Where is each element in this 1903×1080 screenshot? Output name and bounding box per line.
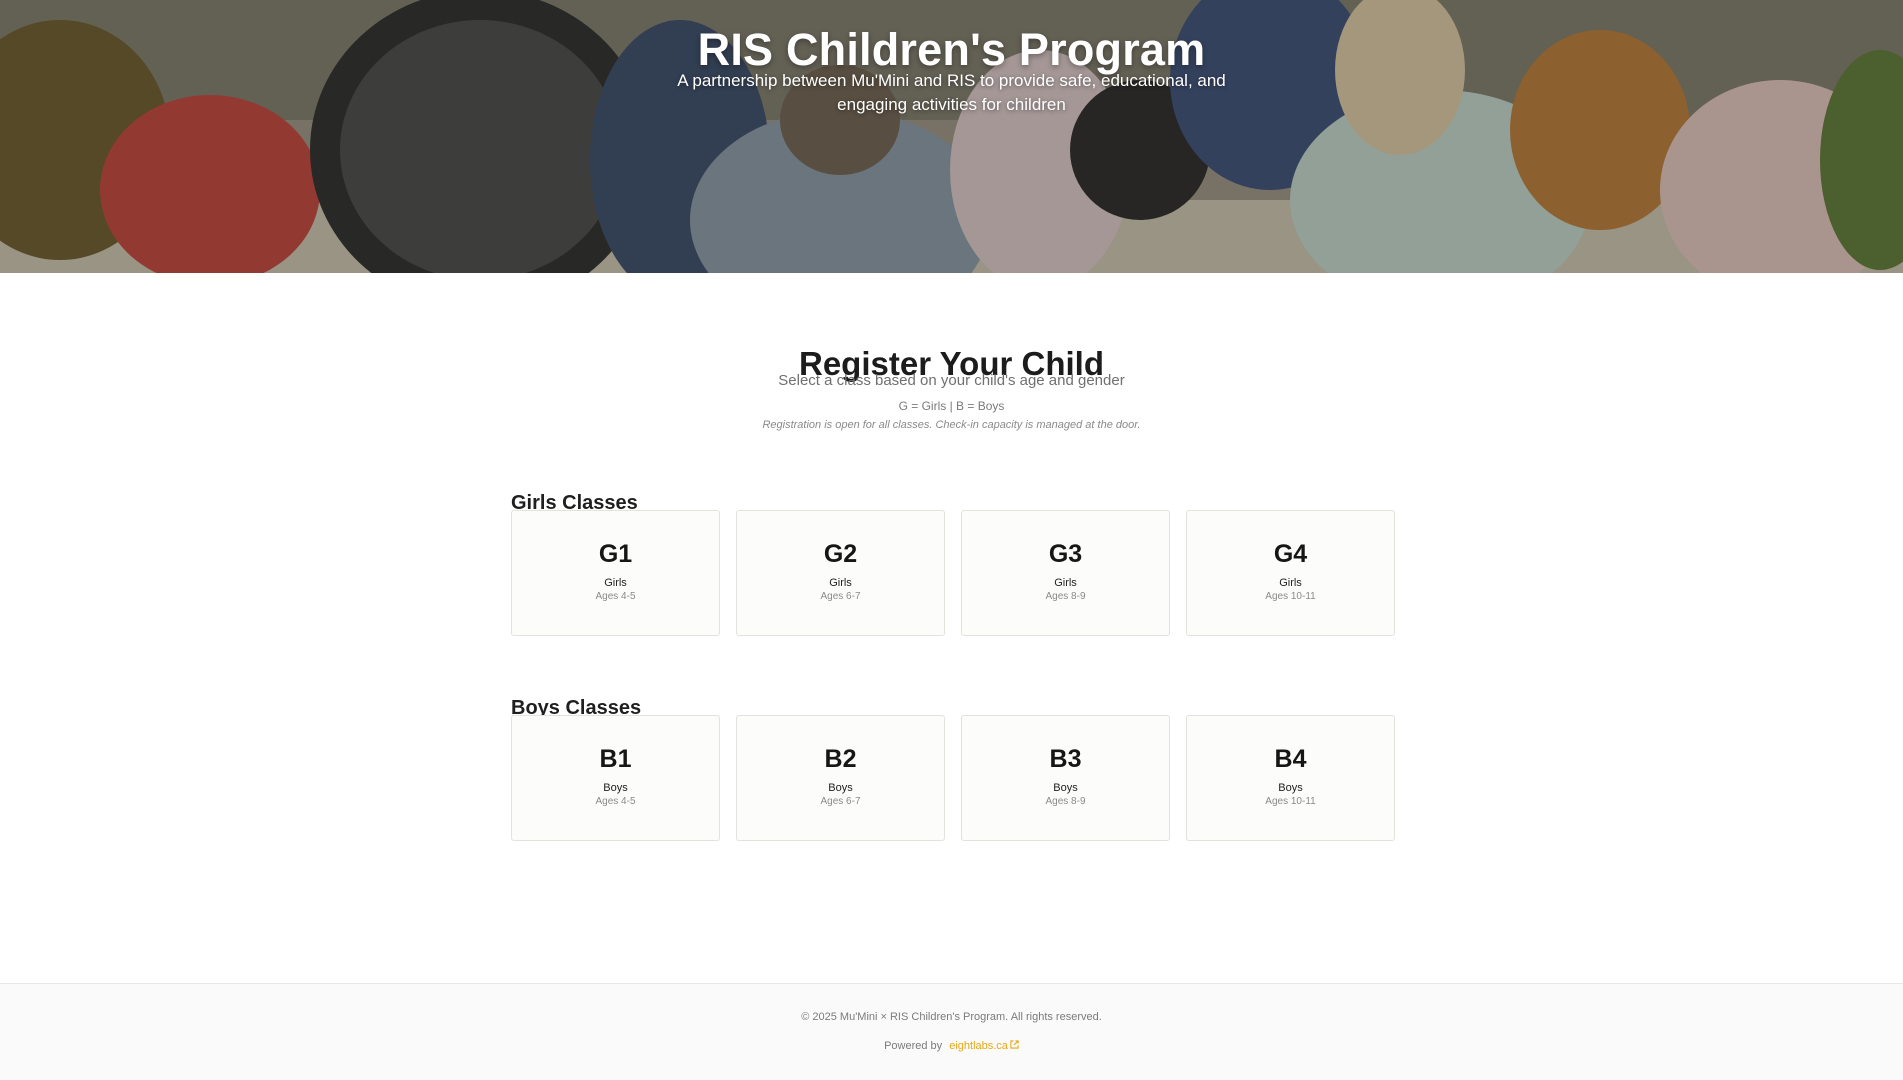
hero-subtitle: A partnership between Mu'Mini and RIS to… bbox=[677, 71, 1226, 114]
class-gender: Girls bbox=[1279, 577, 1302, 589]
boys-classes-grid: B1 Boys Ages 4-5 B2 Boys Ages 6-7 B3 Boy… bbox=[511, 715, 1395, 843]
class-ages: Ages 6-7 bbox=[820, 796, 861, 807]
instructions-text: Select a class based on your child's age… bbox=[778, 372, 1125, 389]
external-link-icon bbox=[1010, 1040, 1019, 1052]
class-card-b2[interactable]: B2 Boys Ages 6-7 bbox=[736, 715, 945, 841]
class-code-legend: G = Girls | B = Boys bbox=[898, 399, 1005, 413]
class-gender: Girls bbox=[1054, 577, 1077, 589]
class-gender: Girls bbox=[829, 577, 852, 589]
class-code: B2 bbox=[824, 745, 857, 773]
class-code: B4 bbox=[1274, 745, 1307, 773]
eightlabs-link[interactable]: eightlabs.ca bbox=[949, 1040, 1019, 1052]
class-code: B1 bbox=[599, 745, 632, 773]
class-ages: Ages 10-11 bbox=[1265, 796, 1316, 807]
class-gender: Girls bbox=[604, 577, 627, 589]
class-gender: Boys bbox=[603, 782, 628, 794]
class-ages: Ages 8-9 bbox=[1045, 591, 1086, 602]
registration-note: Registration is open for all classes. Ch… bbox=[762, 419, 1141, 431]
class-card-b1[interactable]: B1 Boys Ages 4-5 bbox=[511, 715, 720, 841]
class-ages: Ages 10-11 bbox=[1265, 591, 1316, 602]
hero-banner: RIS Children's Program A partnership bet… bbox=[0, 0, 1903, 273]
class-code: B3 bbox=[1049, 745, 1082, 773]
girls-classes-grid: G1 Girls Ages 4-5 G2 Girls Ages 6-7 G3 G… bbox=[511, 510, 1395, 638]
class-ages: Ages 8-9 bbox=[1045, 796, 1086, 807]
copyright-text: © 2025 Mu'Mini × RIS Children's Program.… bbox=[801, 1011, 1102, 1023]
class-card-b3[interactable]: B3 Boys Ages 8-9 bbox=[961, 715, 1170, 841]
class-ages: Ages 4-5 bbox=[595, 796, 636, 807]
class-gender: Boys bbox=[1053, 782, 1078, 794]
class-ages: Ages 4-5 bbox=[595, 591, 636, 602]
powered-by: Powered by eightlabs.ca bbox=[0, 1040, 1903, 1052]
class-code: G2 bbox=[823, 540, 858, 568]
class-ages: Ages 6-7 bbox=[820, 591, 861, 602]
class-gender: Boys bbox=[1278, 782, 1303, 794]
footer: © 2025 Mu'Mini × RIS Children's Program.… bbox=[0, 984, 1903, 1080]
class-code: G4 bbox=[1273, 540, 1308, 568]
class-card-b4[interactable]: B4 Boys Ages 10-11 bbox=[1186, 715, 1395, 841]
class-card-g4[interactable]: G4 Girls Ages 10-11 bbox=[1186, 510, 1395, 636]
class-code: G3 bbox=[1048, 540, 1083, 568]
powered-by-label: Powered by bbox=[884, 1040, 943, 1052]
class-code: G1 bbox=[598, 540, 633, 568]
class-card-g1[interactable]: G1 Girls Ages 4-5 bbox=[511, 510, 720, 636]
class-gender: Boys bbox=[828, 782, 853, 794]
eightlabs-link-label: eightlabs.ca bbox=[949, 1040, 1008, 1052]
class-card-g3[interactable]: G3 Girls Ages 8-9 bbox=[961, 510, 1170, 636]
class-card-g2[interactable]: G2 Girls Ages 6-7 bbox=[736, 510, 945, 636]
